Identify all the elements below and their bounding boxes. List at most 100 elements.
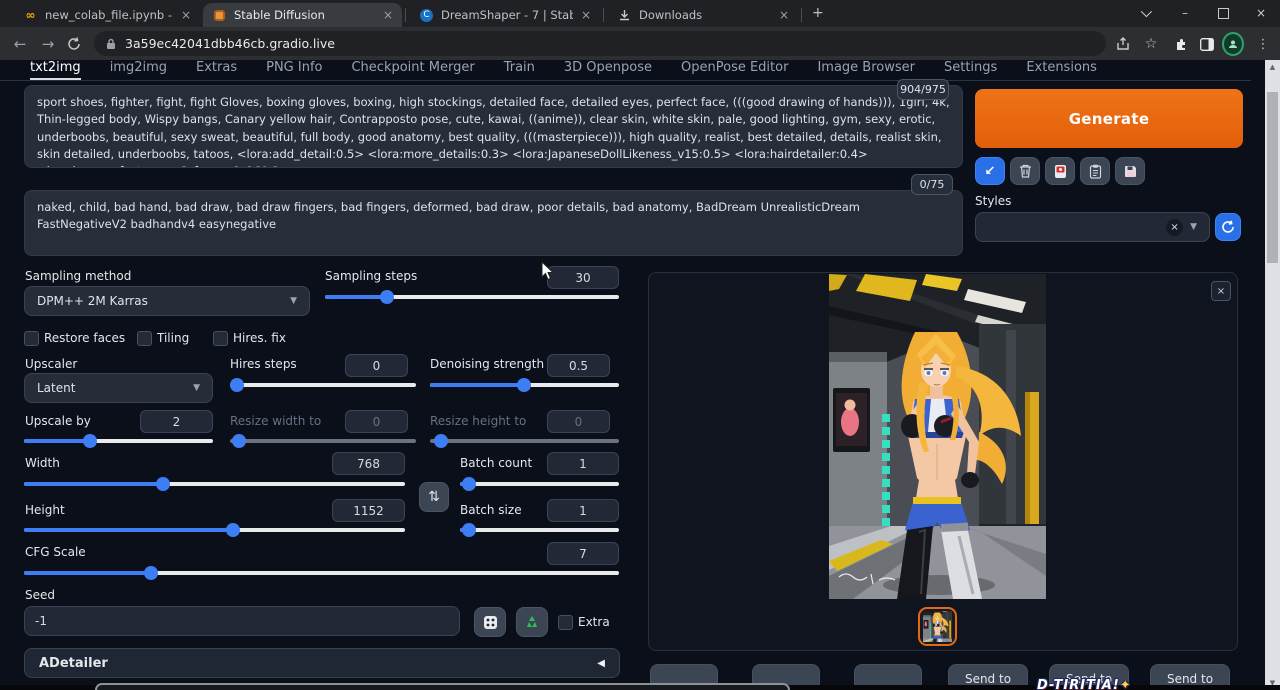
tab-settings[interactable]: Settings: [944, 60, 997, 80]
generated-image[interactable]: [829, 274, 1046, 599]
sampling-method-value: DPM++ 2M Karras: [37, 294, 148, 308]
generate-button[interactable]: Generate: [975, 89, 1243, 148]
apply-styles-button[interactable]: [1080, 157, 1110, 185]
denoising-strength-input[interactable]: 0.5: [547, 354, 610, 377]
seed-extra-label: Extra: [578, 615, 610, 629]
tab-extras[interactable]: Extras: [196, 60, 237, 80]
sampling-method-label: Sampling method: [25, 269, 131, 283]
extra-networks-button[interactable]: [1045, 157, 1075, 185]
hires-fix-checkbox[interactable]: [213, 331, 228, 346]
refresh-styles-button[interactable]: [1215, 213, 1241, 241]
clear-styles-icon[interactable]: ×: [1166, 219, 1183, 236]
url-text: 3a59ec42041dbb46cb.gradio.live: [125, 36, 335, 51]
tab-png-info[interactable]: PNG Info: [266, 60, 322, 80]
tab-3d-openpose[interactable]: 3D Openpose: [564, 60, 652, 80]
side-panel-icon[interactable]: [1196, 33, 1218, 55]
colab-icon: ∞: [23, 8, 38, 23]
denoising-strength-slider[interactable]: [430, 378, 619, 392]
tab-train[interactable]: Train: [504, 60, 535, 80]
clipboard-icon: [1089, 164, 1102, 179]
restore-faces-checkbox[interactable]: [24, 331, 39, 346]
tab-close-icon[interactable]: ×: [581, 8, 591, 22]
hires-steps-label: Hires steps: [230, 357, 297, 371]
seed-extra-checkbox[interactable]: [558, 615, 573, 630]
cfg-scale-slider[interactable]: [24, 566, 619, 580]
window-minimize-button[interactable]: –: [1168, 0, 1202, 26]
seed-input[interactable]: -1: [24, 606, 460, 636]
batch-count-slider[interactable]: [460, 477, 619, 491]
profile-avatar[interactable]: [1222, 33, 1244, 55]
upscaler-dropdown[interactable]: Latent ▼: [24, 373, 213, 403]
tab-close-icon[interactable]: ×: [383, 8, 393, 22]
cfg-scale-input[interactable]: 7: [547, 542, 619, 565]
share-icon[interactable]: [1112, 33, 1134, 55]
prompt-textarea[interactable]: sport shoes, fighter, fight, fight Glove…: [24, 85, 963, 168]
resize-width-to-slider: [230, 434, 416, 448]
browser-menu-dots-icon[interactable]: ⋮: [1252, 33, 1274, 55]
sampling-steps-input[interactable]: 30: [547, 266, 619, 289]
tab-close-icon[interactable]: ×: [779, 8, 789, 22]
save-style-button[interactable]: [1115, 157, 1145, 185]
browser-tab-strip: ∞ new_colab_file.ipynb - Colaborat × Sta…: [0, 0, 1280, 27]
trash-icon: [1019, 164, 1032, 178]
upscale-by-slider[interactable]: [24, 434, 213, 448]
hires-steps-input[interactable]: 0: [345, 354, 408, 377]
tab-image-browser[interactable]: Image Browser: [817, 60, 915, 80]
clear-prompt-trash-button[interactable]: [1010, 157, 1040, 185]
tab-checkpoint-merger[interactable]: Checkpoint Merger: [351, 60, 474, 80]
bottom-panel-edge: [95, 683, 790, 690]
browser-tab-downloads[interactable]: Downloads ×: [608, 3, 798, 27]
batch-count-input[interactable]: 1: [547, 452, 619, 475]
random-seed-dice-button[interactable]: [474, 607, 506, 637]
batch-size-input[interactable]: 1: [547, 499, 619, 522]
height-input[interactable]: 1152: [332, 499, 405, 522]
reload-icon[interactable]: [62, 33, 86, 55]
window-chevron-button[interactable]: [1128, 0, 1162, 26]
sampling-method-dropdown[interactable]: DPM++ 2M Karras ▼: [24, 286, 310, 316]
paste-generation-params-button[interactable]: ↙: [975, 157, 1005, 185]
hires-steps-slider[interactable]: [230, 378, 416, 392]
back-icon[interactable]: ←: [8, 33, 32, 55]
browser-tab-title: Downloads: [639, 8, 771, 22]
window-close-button[interactable]: ×: [1244, 0, 1278, 26]
swap-width-height-button[interactable]: ⇅: [419, 482, 449, 512]
forward-icon[interactable]: →: [36, 33, 60, 55]
window-maximize-button[interactable]: [1206, 0, 1240, 26]
adetailer-accordion[interactable]: ADetailer ◀: [24, 648, 620, 678]
reuse-seed-recycle-button[interactable]: [516, 607, 548, 637]
tab-extensions[interactable]: Extensions: [1026, 60, 1097, 80]
scrollbar-thumb[interactable]: [1267, 92, 1278, 263]
dice-icon: [483, 615, 498, 630]
page-scrollbar[interactable]: ▲ ▼: [1265, 60, 1280, 690]
url-bar[interactable]: 3a59ec42041dbb46cb.gradio.live: [94, 31, 1106, 56]
chevron-down-icon: ▼: [290, 296, 297, 306]
resize-height-to-input: 0: [547, 410, 610, 433]
browser-tab-title: DreamShaper - 7 | Stable Diffusio: [441, 8, 573, 22]
tab-openpose-editor[interactable]: OpenPose Editor: [681, 60, 788, 80]
width-input[interactable]: 768: [332, 452, 405, 475]
extensions-puzzle-icon[interactable]: [1170, 33, 1192, 55]
sampling-steps-label: Sampling steps: [325, 269, 417, 283]
negative-prompt-textarea[interactable]: naked, child, bad hand, bad draw, bad dr…: [24, 190, 963, 256]
sparkle-icon: ✦: [1120, 678, 1132, 690]
close-gallery-icon[interactable]: ×: [1211, 281, 1231, 301]
styles-dropdown[interactable]: × ▼: [975, 212, 1210, 242]
scrollbar-up-arrow-icon[interactable]: ▲: [1265, 60, 1280, 74]
gallery-thumbnail-selected[interactable]: [918, 607, 957, 646]
height-slider[interactable]: [24, 523, 405, 537]
upscale-by-input[interactable]: 2: [140, 410, 213, 433]
thumbnail-image: [923, 611, 952, 642]
browser-tab-dreamshaper[interactable]: C DreamShaper - 7 | Stable Diffusio ×: [410, 3, 600, 27]
bookmark-star-icon[interactable]: ☆: [1140, 33, 1162, 55]
new-tab-button[interactable]: +: [812, 5, 824, 21]
batch-size-slider[interactable]: [460, 523, 619, 537]
tab-txt2img[interactable]: txt2img: [30, 60, 81, 80]
tiling-checkbox[interactable]: [137, 331, 152, 346]
tab-img2img[interactable]: img2img: [110, 60, 167, 80]
sampling-steps-slider[interactable]: [325, 290, 619, 304]
width-slider[interactable]: [24, 477, 405, 491]
tab-close-icon[interactable]: ×: [181, 8, 191, 22]
browser-tab-colab[interactable]: ∞ new_colab_file.ipynb - Colaborat ×: [14, 3, 200, 27]
save-floppy-icon: [1124, 165, 1137, 178]
browser-tab-stable-diffusion[interactable]: Stable Diffusion ×: [203, 3, 402, 27]
